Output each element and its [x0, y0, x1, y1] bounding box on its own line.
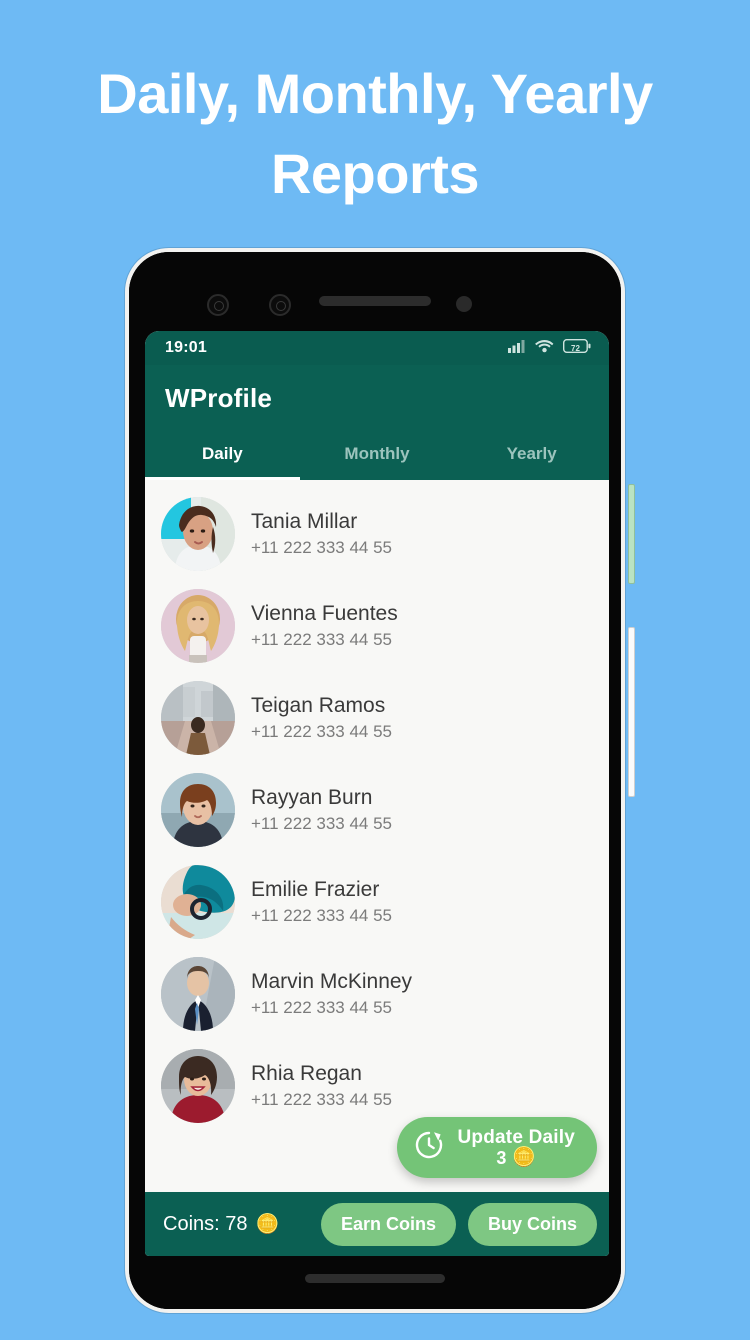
list-item[interactable]: Vienna Fuentes +11 222 333 44 55	[145, 580, 609, 672]
tab-daily[interactable]: Daily	[145, 440, 300, 480]
avatar	[161, 497, 235, 571]
coins-balance: Coins: 78 🪙	[163, 1213, 279, 1236]
coin-actions: Earn Coins Buy Coins	[320, 1202, 597, 1246]
contact-text: Teigan Ramos +11 222 333 44 55	[251, 694, 392, 742]
contact-list[interactable]: Tania Millar +11 222 333 44 55 Vienna Fu…	[145, 480, 609, 1192]
tab-bar: Daily Monthly Yearly	[145, 440, 609, 480]
contact-name: Teigan Ramos	[251, 694, 386, 718]
bottom-speaker-grill	[305, 1274, 445, 1283]
fab-cost: 3 🪙	[496, 1148, 536, 1168]
contact-text: Vienna Fuentes +11 222 333 44 55	[251, 602, 398, 650]
phone-screen: 19:01 72 WProfile Daily Monthly Yearly T…	[145, 331, 609, 1256]
phone-bezel: 19:01 72 WProfile Daily Monthly Yearly T…	[129, 252, 621, 1309]
battery-level-label: 72	[571, 343, 580, 353]
contact-phone: +11 222 333 44 55	[251, 1090, 393, 1110]
contact-text: Rhia Regan +11 222 333 44 55	[251, 1062, 392, 1110]
avatar	[161, 681, 235, 755]
status-icons: 72	[508, 338, 591, 358]
list-item[interactable]: Marvin McKinney +11 222 333 44 55	[145, 948, 609, 1040]
battery-icon: 72	[562, 338, 591, 358]
tab-yearly[interactable]: Yearly	[454, 440, 609, 480]
buy-coins-button[interactable]: Buy Coins	[467, 1202, 597, 1246]
status-bar: 19:01 72	[145, 331, 609, 365]
update-clock-icon	[413, 1129, 445, 1166]
contact-phone: +11 222 333 44 55	[251, 538, 393, 558]
status-time: 19:01	[165, 339, 207, 356]
avatar	[161, 589, 235, 663]
list-item[interactable]: Teigan Ramos +11 222 333 44 55	[145, 672, 609, 764]
coin-icon: 🪙	[512, 1147, 537, 1169]
avatar	[161, 773, 235, 847]
list-item[interactable]: Emilie Frazier +11 222 333 44 55	[145, 856, 609, 948]
contact-phone: +11 222 333 44 55	[251, 814, 393, 834]
contact-phone: +11 222 333 44 55	[251, 998, 393, 1018]
list-item[interactable]: Tania Millar +11 222 333 44 55	[145, 488, 609, 580]
contact-text: Marvin McKinney +11 222 333 44 55	[251, 970, 412, 1018]
front-camera-secondary-icon	[269, 294, 291, 316]
contact-name: Rhia Regan	[251, 1062, 362, 1086]
update-daily-fab[interactable]: Update Daily 3 🪙	[396, 1116, 597, 1178]
earn-coins-button[interactable]: Earn Coins	[320, 1202, 456, 1246]
front-camera-icon	[207, 294, 229, 316]
fab-cost-value: 3	[496, 1147, 507, 1168]
avatar	[161, 957, 235, 1031]
contact-name: Tania Millar	[251, 510, 358, 534]
tab-monthly[interactable]: Monthly	[300, 440, 455, 480]
phone-device-frame: 19:01 72 WProfile Daily Monthly Yearly T…	[125, 248, 635, 1313]
contact-text: Emilie Frazier +11 222 333 44 55	[251, 878, 392, 926]
avatar	[161, 865, 235, 939]
cellular-signal-icon	[508, 339, 526, 358]
wifi-icon	[535, 339, 554, 358]
fab-title: Update Daily	[457, 1126, 575, 1148]
volume-rocker-button[interactable]	[628, 627, 635, 797]
coin-icon: 🪙	[255, 1213, 280, 1235]
contact-name: Rayyan Burn	[251, 786, 373, 810]
contact-name: Vienna Fuentes	[251, 602, 398, 626]
contact-text: Rayyan Burn +11 222 333 44 55	[251, 786, 392, 834]
contact-name: Emilie Frazier	[251, 878, 380, 902]
coins-balance-label: Coins: 78	[163, 1212, 248, 1235]
page-title: Daily, Monthly, Yearly Reports	[97, 62, 653, 205]
app-title: WProfile	[165, 383, 273, 413]
contact-phone: +11 222 333 44 55	[251, 906, 393, 926]
contact-phone: +11 222 333 44 55	[251, 722, 393, 742]
contact-name: Marvin McKinney	[251, 970, 413, 994]
power-button[interactable]	[628, 484, 635, 584]
fab-label: Update Daily 3 🪙	[458, 1127, 576, 1168]
proximity-sensor-icon	[456, 296, 472, 312]
contact-text: Tania Millar +11 222 333 44 55	[251, 510, 392, 558]
earpiece-speaker	[319, 296, 431, 306]
list-item[interactable]: Rayyan Burn +11 222 333 44 55	[145, 764, 609, 856]
app-bar: WProfile Daily Monthly Yearly	[145, 365, 609, 480]
avatar	[161, 1049, 235, 1123]
contact-phone: +11 222 333 44 55	[251, 630, 393, 650]
coin-bar: Coins: 78 🪙 Earn Coins Buy Coins	[145, 1192, 609, 1256]
